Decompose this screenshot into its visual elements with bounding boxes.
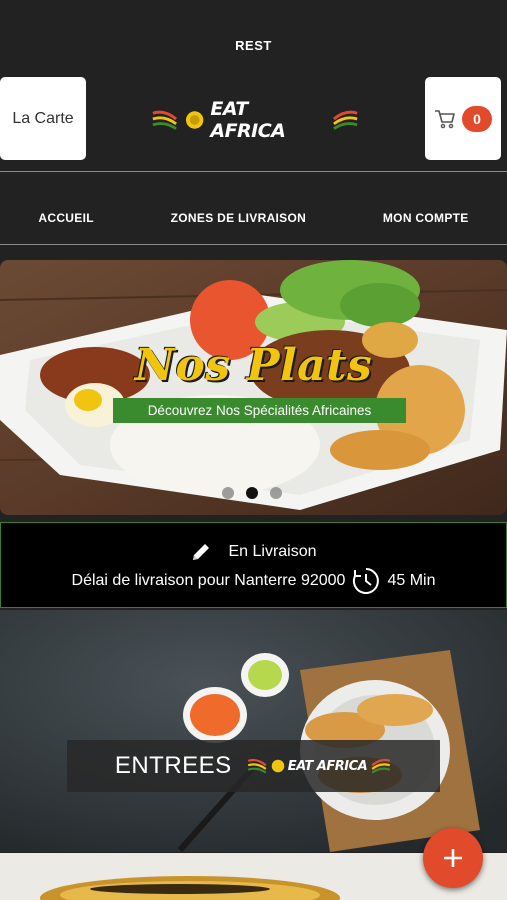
stripes-left-icon (152, 110, 178, 130)
pencil-icon (193, 544, 210, 560)
category-logo: EAT AFRICA (246, 755, 392, 777)
status-bar (0, 0, 507, 70)
divider (0, 244, 507, 245)
stripes-right-icon (371, 758, 391, 774)
search-text[interactable]: REST (0, 38, 507, 53)
divider (0, 171, 507, 172)
plate-icon (185, 111, 204, 129)
carousel-dot-active[interactable] (246, 487, 258, 499)
carousel-dot[interactable] (270, 487, 282, 499)
delivery-time-row: Délai de livraison pour Nanterre 92000 4… (0, 566, 507, 596)
carousel-dots (222, 487, 282, 499)
clock-icon (353, 568, 380, 594)
plus-icon (444, 849, 462, 867)
plate-icon (271, 759, 284, 773)
cart-icon (435, 109, 455, 128)
logo[interactable]: EAT AFRICA (150, 98, 360, 142)
add-button[interactable] (423, 828, 483, 888)
category-label-entrees[interactable]: ENTREES EAT AFRICA (67, 740, 440, 792)
main-nav: ACCUEIL ZONES DE LIVRAISON MON COMPTE (0, 196, 507, 240)
delivery-mode: En Livraison (228, 543, 317, 560)
entrees-image (0, 610, 507, 852)
stripes-right-icon (332, 110, 358, 130)
hero-subtitle: Découvrez Nos Spécialités Africaines (113, 398, 406, 423)
nav-item-zones-de-livraison[interactable]: ZONES DE LIVRAISON (171, 211, 306, 225)
category-name: ENTREES (114, 752, 232, 779)
logo-text: EAT AFRICA (210, 98, 286, 142)
nav-item-accueil[interactable]: ACCUEIL (38, 211, 93, 225)
stripes-left-icon (247, 758, 267, 774)
nav-item-mon-compte[interactable]: MON COMPTE (383, 211, 469, 225)
cart-button[interactable]: 0 (425, 77, 501, 160)
delivery-time: 45 Min (387, 572, 436, 589)
cart-count-badge: 0 (462, 105, 492, 132)
hero-title: Nos Plats (134, 340, 373, 391)
menu-button[interactable]: La Carte (0, 77, 86, 160)
carousel-dot[interactable] (222, 487, 234, 499)
category-logo-text: EAT AFRICA (287, 758, 368, 774)
category-card-entrees[interactable] (0, 610, 507, 852)
delivery-text: Délai de livraison pour Nanterre 92000 (71, 572, 346, 589)
delivery-mode-row[interactable]: En Livraison (0, 541, 507, 563)
